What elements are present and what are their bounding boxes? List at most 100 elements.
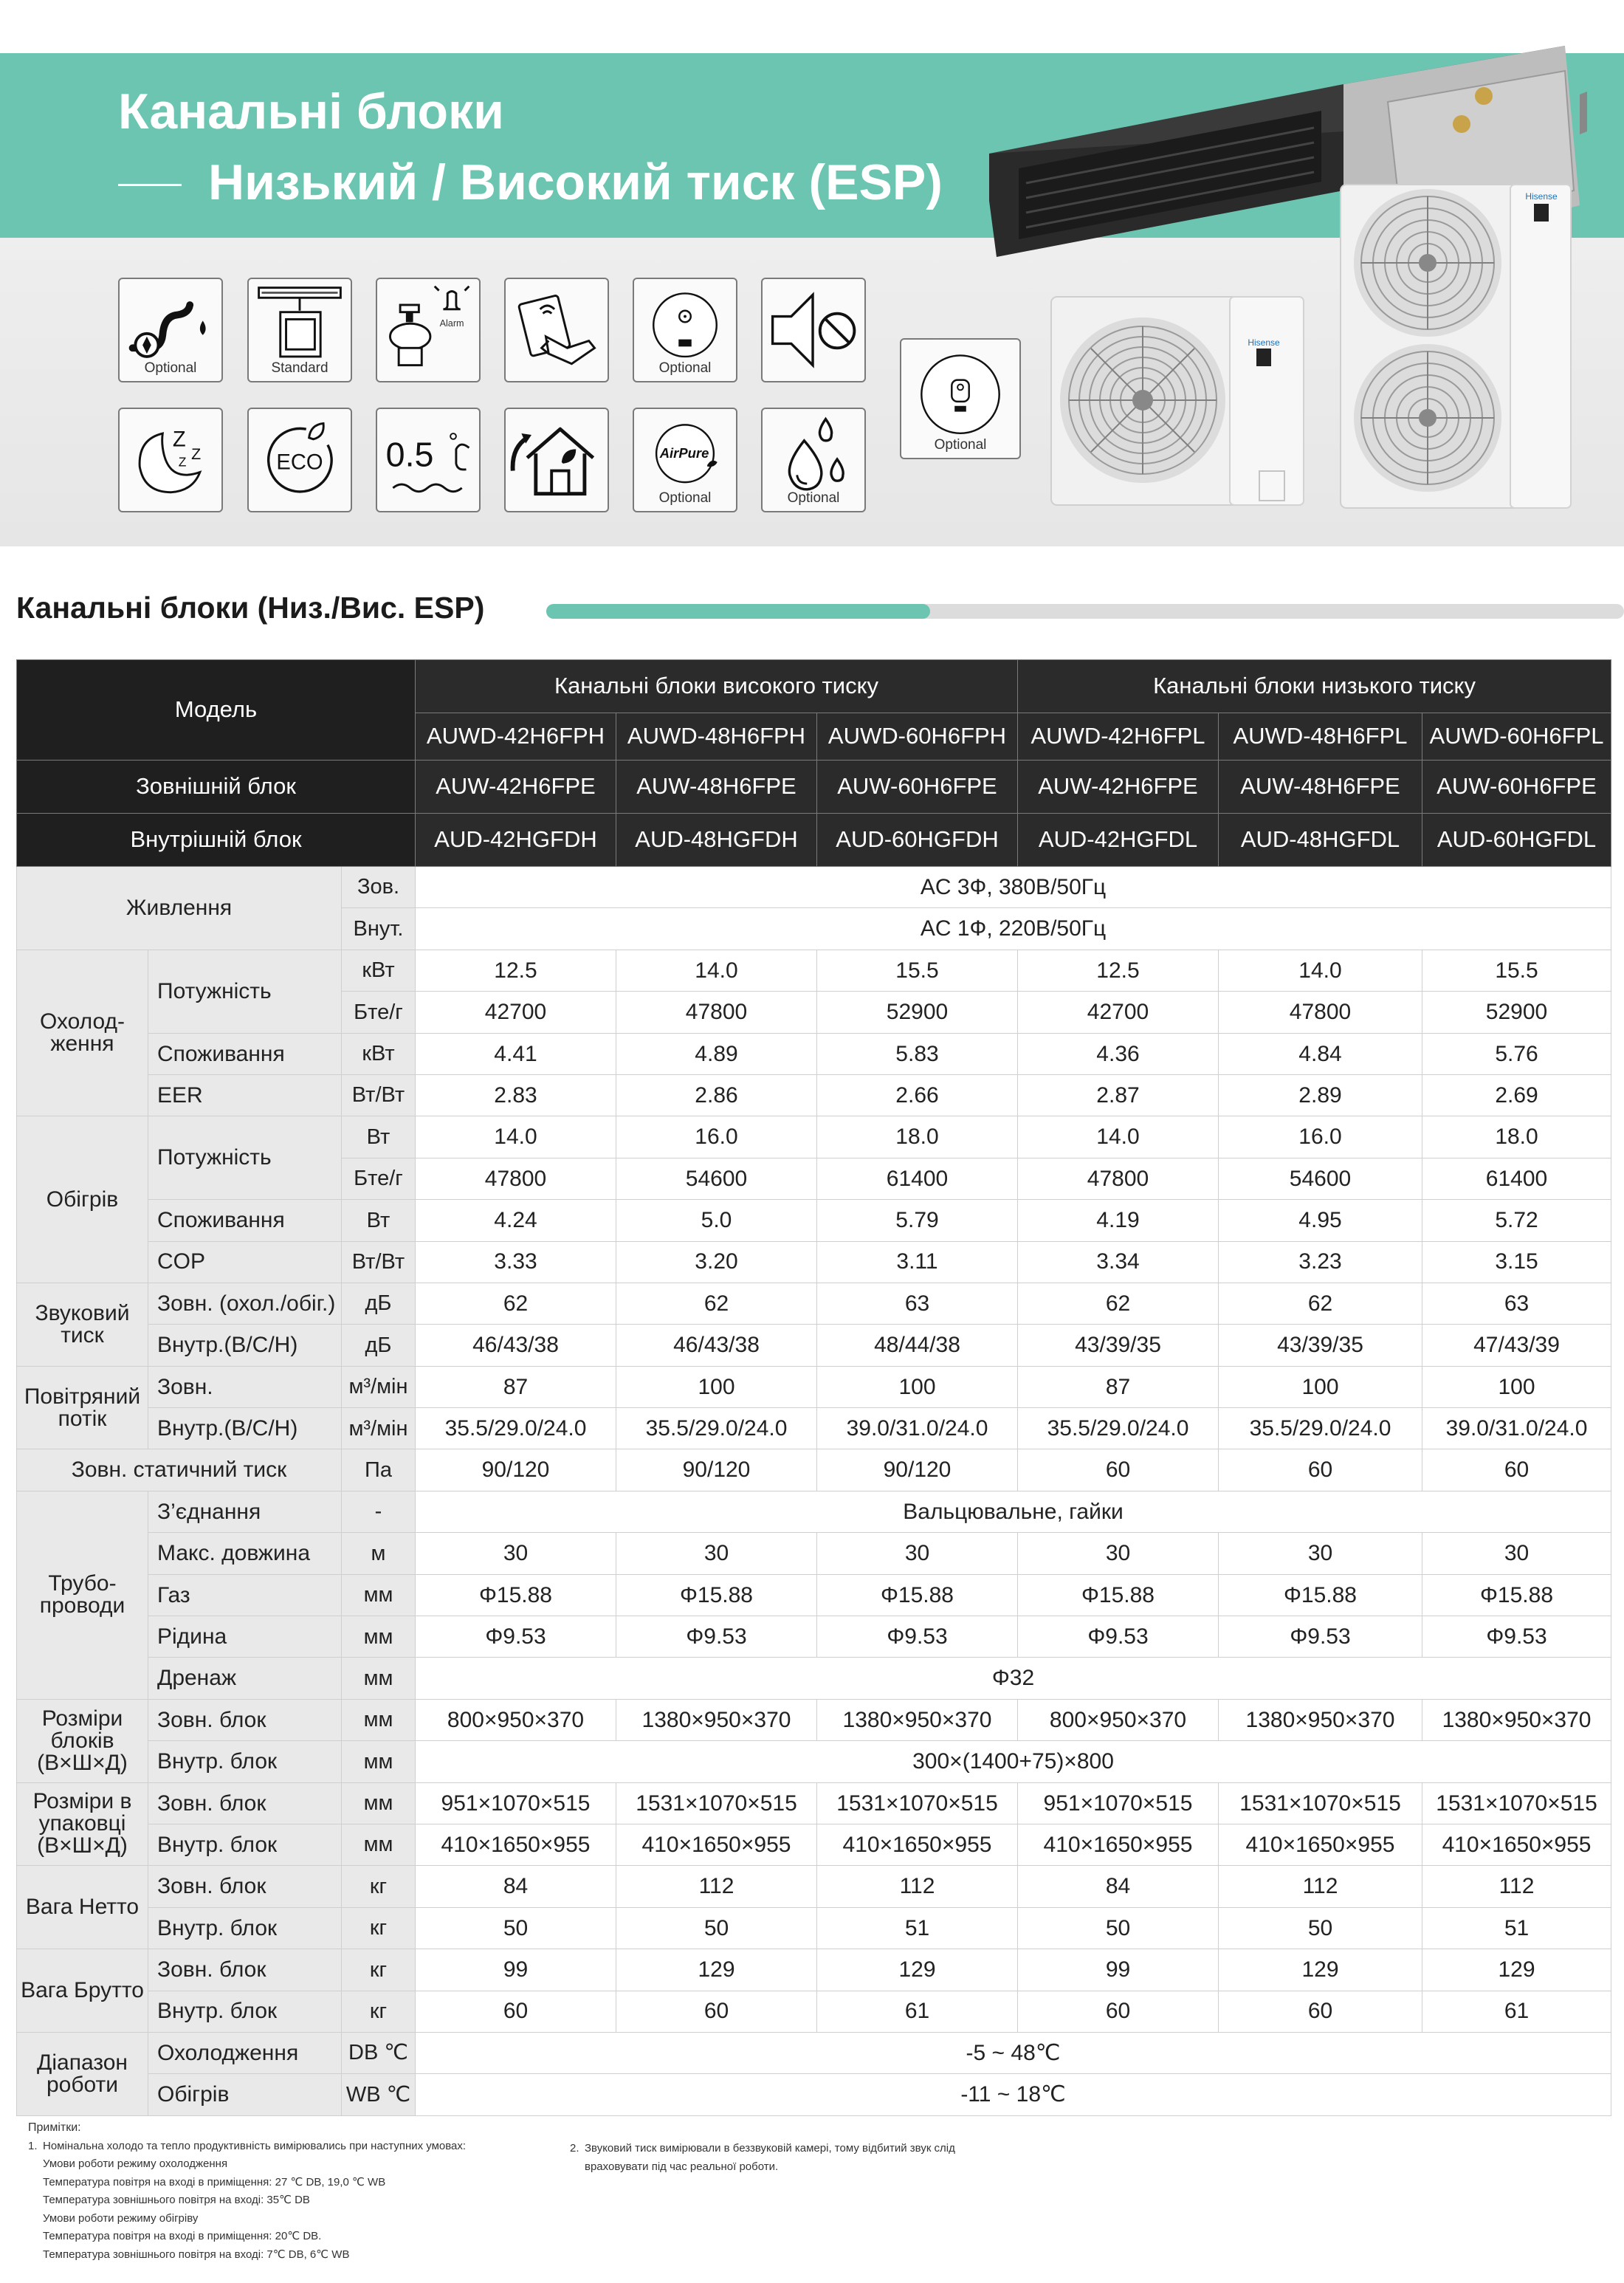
notes-column-2: 2. Звуковий тиск вимірювали в беззвукові… bbox=[570, 2140, 955, 2176]
value-span-cell: -11 ~ 18℃ bbox=[414, 2073, 1612, 2116]
value-cell: Φ9.53 bbox=[816, 1616, 1018, 1658]
feature-caption: Optional bbox=[934, 437, 987, 453]
value-cell: 35.5/29.0/24.0 bbox=[1218, 1407, 1422, 1450]
value-cell: 43/39/35 bbox=[1017, 1324, 1219, 1367]
sub-label: Споживання bbox=[148, 1032, 342, 1075]
svg-text:Z: Z bbox=[191, 445, 201, 463]
value-cell: 16.0 bbox=[616, 1116, 817, 1158]
value-cell: 800×950×370 bbox=[1017, 1698, 1219, 1742]
table-row: Живлення Зов. AC 3Ф, 380В/50Гц bbox=[16, 865, 1612, 950]
indoor-cell: AUD-42HGFDH bbox=[415, 813, 616, 867]
value-cell: 84 bbox=[415, 1865, 616, 1908]
notes: Примітки: 1. Номінальна холодо та тепло … bbox=[28, 2119, 466, 2264]
value-cell: 90/120 bbox=[616, 1449, 817, 1491]
indoor-cell: AUD-60HGFDH bbox=[816, 813, 1018, 867]
half-degree-label: 0.5 bbox=[386, 436, 434, 474]
group-low-pressure: Канальні блоки низького тиску bbox=[1016, 659, 1612, 713]
model-cell: AUWD-48H6FPH bbox=[616, 713, 817, 761]
feature-caption: Standard bbox=[271, 360, 328, 376]
sub-label: Рідина bbox=[148, 1616, 342, 1658]
table-row: Розміри в упаковці (В×Ш×Д) Зовн. блок мм… bbox=[16, 1782, 1612, 1867]
group-label: Трубо- проводи bbox=[16, 1490, 148, 1700]
value-cell: 47800 bbox=[415, 1157, 616, 1201]
sub-label: Потужність bbox=[148, 949, 342, 1034]
sub-label: Макс. довжина bbox=[148, 1532, 342, 1575]
unit-cell: м bbox=[341, 1532, 416, 1575]
value-cell: 51 bbox=[816, 1906, 1018, 1950]
value-cell: 5.0 bbox=[616, 1199, 817, 1242]
sub-label: Дренаж bbox=[148, 1657, 342, 1700]
value-cell: 129 bbox=[616, 1949, 817, 1991]
model-label: Модель bbox=[16, 659, 416, 761]
value-cell: 60 bbox=[415, 1990, 616, 2033]
table-row: COP Вт/Вт 3.33 3.20 3.11 3.34 3.23 3.15 bbox=[17, 1240, 1612, 1283]
value-cell: 800×950×370 bbox=[415, 1698, 616, 1742]
unit-cell: мм bbox=[341, 1573, 416, 1617]
unit-cell: мм bbox=[341, 1740, 416, 1783]
value-cell: 129 bbox=[1421, 1949, 1612, 1991]
sub-label: COP bbox=[148, 1240, 342, 1283]
value-cell: Φ9.53 bbox=[1017, 1616, 1219, 1658]
table-row: Зовн. статичний тиск Па 90/120 90/120 90… bbox=[16, 1449, 1612, 1491]
outdoor-cell: AUW-42H6FPE bbox=[415, 760, 616, 814]
airpure-label: AirPure bbox=[659, 445, 709, 461]
sub-label: Зовн. блок bbox=[148, 1782, 342, 1824]
table-row: Вага Нетто Зовн. блок кг 84 112 112 84 1… bbox=[16, 1865, 1612, 1950]
value-cell: 951×1070×515 bbox=[415, 1782, 616, 1824]
value-cell: 4.19 bbox=[1017, 1199, 1219, 1242]
value-cell: 3.33 bbox=[415, 1240, 616, 1283]
unit-cell: дБ bbox=[341, 1324, 416, 1367]
unit-cell: Вт bbox=[341, 1116, 416, 1158]
smart-home-icon bbox=[504, 408, 609, 512]
unit-cell: кг bbox=[341, 1906, 416, 1950]
value-cell: Φ9.53 bbox=[616, 1616, 817, 1658]
value-cell: 18.0 bbox=[1421, 1116, 1612, 1158]
value-cell: Φ9.53 bbox=[1218, 1616, 1422, 1658]
value-cell: 30 bbox=[616, 1532, 817, 1575]
value-cell: 100 bbox=[616, 1365, 817, 1409]
value-cell: 2.89 bbox=[1218, 1074, 1422, 1117]
table-row: Розміри блоків (В×Ш×Д) Зовн. блок мм 800… bbox=[16, 1698, 1612, 1783]
value-cell: 2.83 bbox=[415, 1074, 616, 1117]
value-cell: 61400 bbox=[1421, 1157, 1612, 1201]
value-cell: 4.89 bbox=[616, 1032, 817, 1075]
sub-label: Внутр. блок bbox=[148, 1906, 342, 1950]
value-cell: 63 bbox=[1421, 1282, 1612, 1325]
value-cell: 12.5 bbox=[415, 949, 616, 992]
table-row: Трубо- проводи З’єднання - Вальцювальне,… bbox=[16, 1490, 1612, 1700]
svg-text:Z: Z bbox=[179, 455, 187, 470]
value-cell: 2.69 bbox=[1421, 1074, 1612, 1117]
value-cell: Φ15.88 bbox=[1017, 1573, 1219, 1617]
value-cell: 129 bbox=[816, 1949, 1018, 1991]
brand-label: Hisense bbox=[1525, 191, 1558, 202]
value-cell: 5.79 bbox=[816, 1199, 1018, 1242]
unit-cell: Вт/Вт bbox=[341, 1240, 416, 1283]
value-cell: 112 bbox=[816, 1865, 1018, 1908]
value-cell: 14.0 bbox=[415, 1116, 616, 1158]
feature-caption: Optional bbox=[658, 490, 712, 506]
value-cell: 410×1650×955 bbox=[1017, 1823, 1219, 1867]
table-row: Макс. довжина м 30 30 30 30 30 30 bbox=[17, 1532, 1612, 1575]
value-cell: 4.24 bbox=[415, 1199, 616, 1242]
group-label: Звуковий тиск bbox=[16, 1282, 148, 1367]
value-cell: 61 bbox=[816, 1990, 1018, 2033]
value-cell: 39.0/31.0/24.0 bbox=[816, 1407, 1018, 1450]
value-cell: 60 bbox=[616, 1990, 817, 2033]
indoor-cell: AUD-48HGFDH bbox=[616, 813, 817, 867]
value-span-cell: 300×(1400+75)×800 bbox=[414, 1740, 1612, 1783]
value-span-cell: AC 1Ф, 220В/50Гц bbox=[414, 907, 1612, 950]
unit-cell: Вт/Вт bbox=[341, 1074, 416, 1117]
value-cell: 1380×950×370 bbox=[1218, 1698, 1422, 1742]
model-cell: AUWD-42H6FPL bbox=[1017, 713, 1219, 761]
value-cell: 62 bbox=[415, 1282, 616, 1325]
value-cell: 410×1650×955 bbox=[415, 1823, 616, 1867]
value-cell: 60 bbox=[1218, 1990, 1422, 2033]
value-cell: 50 bbox=[616, 1906, 817, 1950]
value-cell: 35.5/29.0/24.0 bbox=[415, 1407, 616, 1450]
half-degree-icon: 0.5 bbox=[376, 408, 481, 512]
unit-cell: мм bbox=[341, 1698, 416, 1742]
section-title: Канальні блоки (Низ./Вис. ESP) bbox=[16, 591, 485, 625]
value-cell: 47/43/39 bbox=[1421, 1324, 1612, 1367]
alarm-label: Alarm bbox=[440, 318, 464, 329]
note-text: Номінальна холодо та тепло продуктивніст… bbox=[43, 2139, 467, 2152]
